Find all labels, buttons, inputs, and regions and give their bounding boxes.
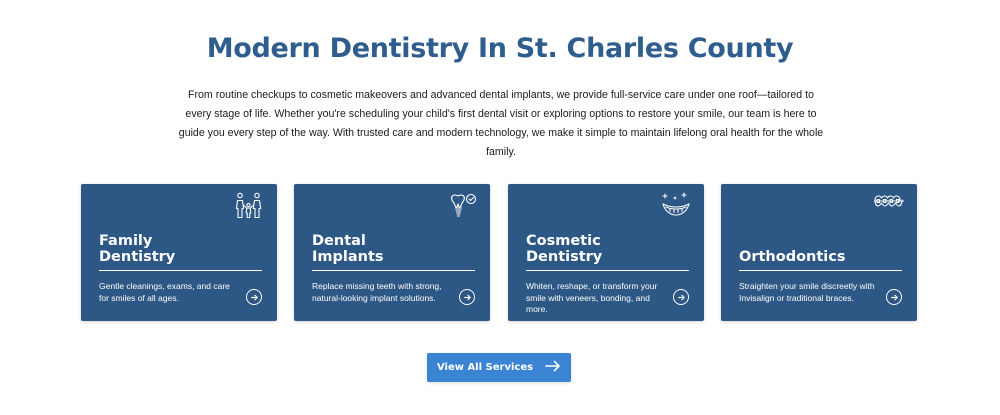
service-card-title: Cosmetic Dentistry [526,233,603,265]
card-divider [312,270,475,271]
smile-sparkle-icon [660,191,692,221]
section-heading: Modern Dentistry In St. Charles County [206,33,794,64]
service-card-title: Family Dentistry [99,233,176,265]
card-divider [739,270,902,271]
arrow-circle-icon[interactable] [886,289,902,305]
section-intro: From routine checkups to cosmetic makeov… [178,89,824,158]
card-divider [99,270,262,271]
service-card-title: Dental Implants [312,233,384,265]
service-card-orthodontics[interactable]: Orthodontics Straighten your smile discr… [721,184,917,321]
arrow-circle-icon[interactable] [673,289,689,305]
family-icon [233,191,265,221]
arrow-right-icon [545,360,561,375]
service-card-cosmetic-dentistry[interactable]: Cosmetic Dentistry Whiten, reshape, or t… [508,184,704,321]
service-card-description: Gentle cleanings, exams, and care for sm… [99,281,230,303]
service-card-description: Replace missing teeth with strong, natur… [312,281,442,303]
service-card-dental-implants[interactable]: Dental Implants Replace missing teeth wi… [294,184,490,321]
arrow-circle-icon[interactable] [459,289,475,305]
service-card-description: Straighten your smile discreetly with In… [739,281,875,303]
card-divider [526,270,689,271]
arrow-circle-icon[interactable] [246,289,262,305]
view-all-services-button[interactable]: View All Services [427,353,571,382]
implant-icon [446,191,478,221]
braces-icon [873,191,905,221]
service-card-family-dentistry[interactable]: Family Dentistry Gentle cleanings, exams… [81,184,277,321]
service-card-title: Orthodontics [739,249,846,265]
service-card-description: Whiten, reshape, or transform your smile… [526,281,658,314]
view-all-services-label: View All Services [436,362,534,373]
